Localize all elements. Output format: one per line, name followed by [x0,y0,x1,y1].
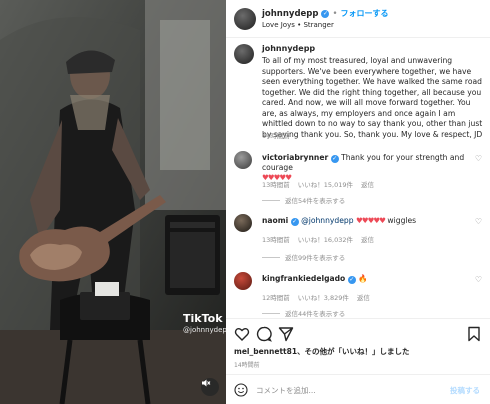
view-replies[interactable]: 返信54件を表示する [262,195,345,205]
header-user-line: johnnydepp ✓ • フォローする [262,8,388,19]
bookmark-icon[interactable] [466,326,482,342]
view-replies[interactable]: 返信99件を表示する [262,252,345,262]
view-replies-label[interactable]: 返信54件を表示する [285,195,345,205]
separator-dot: • [332,8,338,19]
post-header: johnnydepp ✓ • フォローする Love Joys • Strang… [226,0,490,38]
commenter-username[interactable]: victoriabrynner [262,153,328,162]
comment-time: 13時間前 [262,236,290,244]
video-frame [0,0,226,404]
verified-icon: ✓ [290,218,299,226]
commenter-username[interactable]: kingfrankiedelgado [262,274,345,283]
comment-input[interactable] [256,381,436,399]
comment-likes[interactable]: いいね！15,019件 [298,179,353,189]
liked-by-rest[interactable]: 、その他が「いいね！」しました [297,347,410,356]
comment-text: wiggles [387,216,417,225]
speaker-muted-icon [202,379,211,387]
replies-divider [262,256,280,258]
commenter-avatar[interactable] [234,214,252,232]
emoji-icon[interactable] [234,383,248,397]
comment-bar: 投稿する [226,374,490,404]
share-icon[interactable] [278,326,294,342]
heart-emoji: ♥♥♥♥♥ [355,216,386,225]
author-avatar[interactable] [234,8,256,30]
verified-icon: ✓ [321,9,330,18]
caption-time: 14時間前 [262,132,290,140]
post-time: 14時間前 [234,362,260,369]
comment-likes[interactable]: いいね！3,829件 [298,292,349,302]
view-replies[interactable]: 返信44件を表示する [262,308,345,318]
commenter-username[interactable]: naomi [262,216,288,225]
caption-avatar[interactable] [234,44,254,64]
comment-like-icon[interactable]: ♡ [475,154,482,163]
fire-emoji: 🔥 [358,274,368,283]
comment-meta: 13時間前 いいね！16,032件 返信 [262,234,374,244]
action-bar [226,318,490,346]
reply-button[interactable]: 返信 [357,292,370,302]
liked-by: mel_bennett81、その他が「いいね！」しました [234,346,410,357]
replies-divider [262,199,280,201]
caption-text: To all of my most treasured, loyal and u… [262,56,483,139]
comment-meta: 12時間前 いいね！3,829件 返信 [262,292,370,302]
verified-icon: ✓ [347,276,356,284]
post-comment-button[interactable]: 投稿する [450,385,480,396]
commenter-avatar[interactable] [234,272,252,290]
comment-mention[interactable]: @johnnydepp [301,216,353,225]
comment-likes[interactable]: いいね！16,032件 [298,234,353,244]
reply-button[interactable]: 返信 [361,179,374,189]
heart-icon[interactable] [234,326,250,342]
caption-username[interactable]: johnnydepp [262,44,315,53]
comment-time: 13時間前 [262,181,290,189]
mute-button[interactable] [201,378,219,396]
post-media[interactable]: TikTok @johnnydepp [0,0,226,404]
replies-divider [262,312,280,314]
comment-meta: 13時間前 いいね！15,019件 返信 [262,179,374,189]
audio-subtitle[interactable]: Love Joys • Stranger [262,21,334,29]
verified-icon: ✓ [330,155,339,163]
view-replies-label[interactable]: 返信99件を表示する [285,252,345,262]
follow-button[interactable]: フォローする [340,8,388,19]
tiktok-handle: @johnnydepp [183,326,226,334]
author-username[interactable]: johnnydepp [262,9,318,19]
tiktok-watermark: TikTok @johnnydepp [183,312,226,334]
comment-like-icon[interactable]: ♡ [475,217,482,226]
comment-body: kingfrankiedelgado ✓ 🔥 [262,274,472,284]
comment-body: naomi ✓ @johnnydepp ♥♥♥♥♥ wiggles [262,216,472,226]
commenter-avatar[interactable] [234,151,252,169]
reply-button[interactable]: 返信 [361,234,374,244]
tiktok-logo: TikTok [183,312,223,325]
comment-like-icon[interactable]: ♡ [475,275,482,284]
comment-icon[interactable] [256,326,272,342]
comment-time: 12時間前 [262,294,290,302]
view-replies-label[interactable]: 返信44件を表示する [285,308,345,318]
liked-by-user[interactable]: mel_bennett81 [234,347,297,356]
post-panel: johnnydepp ✓ • フォローする Love Joys • Strang… [226,0,490,404]
